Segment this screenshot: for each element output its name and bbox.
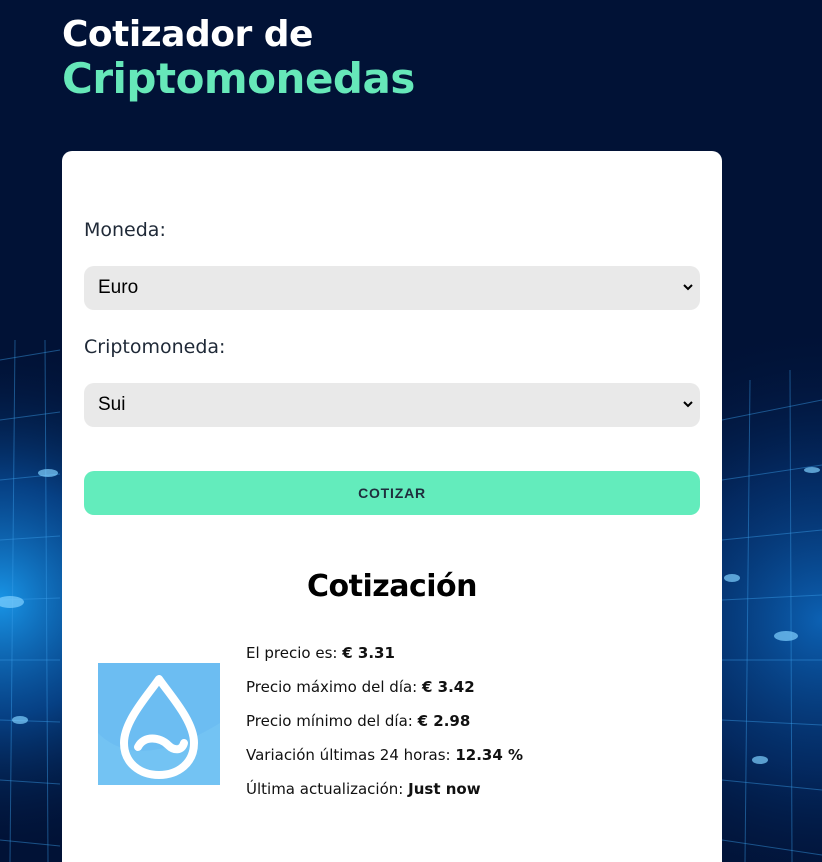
sui-logo-icon bbox=[98, 663, 220, 785]
crypto-select-value: Sui bbox=[98, 394, 126, 415]
low-value: € 2.98 bbox=[417, 712, 471, 730]
crypto-label: Criptomoneda: bbox=[84, 336, 226, 358]
page-title-line1: Cotizador de bbox=[62, 14, 313, 55]
page-title: Cotizador de Criptomonedas bbox=[62, 14, 415, 102]
result-title: Cotización bbox=[307, 569, 478, 604]
change-value: 12.34 % bbox=[455, 746, 524, 764]
chevron-down-icon bbox=[683, 401, 693, 408]
chevron-down-icon bbox=[683, 284, 693, 291]
currency-select-value: Euro bbox=[98, 277, 139, 298]
quote-stats-list: El precio es: € 3.31 Precio máximo del d… bbox=[246, 641, 523, 811]
low-label: Precio mínimo del día: bbox=[246, 712, 413, 730]
updated-label: Última actualización: bbox=[246, 780, 404, 798]
crypto-select[interactable]: Sui bbox=[84, 383, 700, 427]
quote-card: Moneda: Euro Criptomoneda: Sui COTIZAR C… bbox=[62, 151, 722, 862]
low-row: Precio mínimo del día: € 2.98 bbox=[246, 709, 523, 743]
high-value: € 3.42 bbox=[422, 678, 475, 696]
price-value: € 3.31 bbox=[342, 644, 395, 662]
price-label: El precio es: bbox=[246, 644, 338, 662]
change-label: Variación últimas 24 horas: bbox=[246, 746, 451, 764]
change-row: Variación últimas 24 horas: 12.34 % bbox=[246, 743, 523, 777]
updated-value: Just now bbox=[408, 780, 481, 798]
page-title-line2: Criptomonedas bbox=[62, 54, 415, 103]
price-row: El precio es: € 3.31 bbox=[246, 641, 523, 675]
currency-label: Moneda: bbox=[84, 219, 166, 241]
currency-select[interactable]: Euro bbox=[84, 266, 700, 310]
high-label: Precio máximo del día: bbox=[246, 678, 418, 696]
submit-button[interactable]: COTIZAR bbox=[84, 471, 700, 515]
updated-row: Última actualización: Just now bbox=[246, 777, 523, 811]
high-row: Precio máximo del día: € 3.42 bbox=[246, 675, 523, 709]
